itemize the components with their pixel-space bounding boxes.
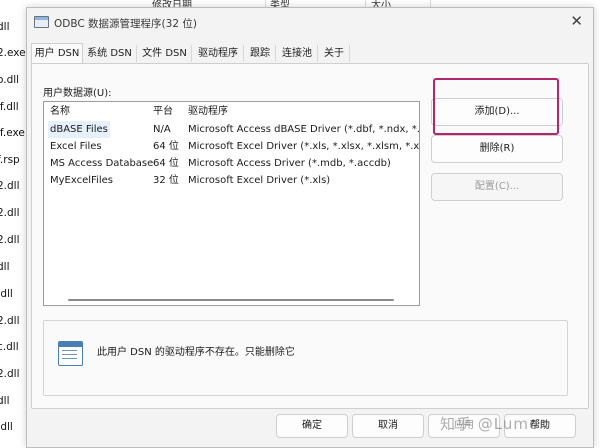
data-source-list[interactable]: 名称 平台 驱动程序 dBASE Files N/A Microsoft Acc… — [43, 101, 420, 306]
dsn-driver: Microsoft Access dBASE Driver (*.dbf, *.… — [188, 124, 420, 135]
dsn-driver: Microsoft Excel Driver (*.xls) — [188, 175, 331, 186]
user-data-sources-label: 用户数据源(U): — [43, 88, 112, 99]
dsn-platform: N/A — [153, 124, 171, 135]
dsn-platform: 64 位 — [153, 141, 179, 152]
title-bar[interactable]: ODBC 数据源管理程序(32 位) ✕ — [27, 8, 593, 38]
remove-button[interactable]: 删除(R) — [431, 135, 563, 163]
file-item[interactable]: 2.dll — [0, 180, 20, 192]
file-item[interactable]: o.dll — [0, 74, 19, 86]
file-item[interactable]: dll — [0, 21, 10, 33]
datasource-icon — [58, 341, 83, 366]
odbc-dialog: ODBC 数据源管理程序(32 位) ✕ 用户 DSN 系统 DSN 文件 DS… — [26, 7, 594, 448]
horizontal-scrollbar[interactable] — [68, 299, 394, 301]
file-item[interactable]: f.rsp — [0, 154, 20, 166]
tab-tracing[interactable]: 跟踪 — [245, 45, 276, 62]
file-item[interactable]: 2.dll — [0, 368, 20, 380]
dsn-platform: 32 位 — [153, 175, 179, 186]
dsn-name: dBASE Files — [48, 121, 110, 138]
column-name[interactable]: 名称 — [50, 103, 70, 120]
add-button-highlight — [433, 78, 559, 135]
file-item[interactable]: dll — [0, 395, 10, 407]
column-driver[interactable]: 驱动程序 — [188, 103, 228, 120]
dsn-driver: Microsoft Access Driver (*.mdb, *.accdb) — [188, 158, 391, 169]
tab-connection-pooling[interactable]: 连接池 — [277, 45, 318, 62]
file-item[interactable]: .dll — [0, 421, 13, 433]
dsn-name: Excel Files — [50, 141, 102, 152]
tab-file-dsn[interactable]: 文件 DSN — [138, 45, 192, 62]
file-item[interactable]: dll — [0, 261, 10, 273]
file-item[interactable]: .dll — [0, 288, 13, 300]
odbc-app-icon — [34, 16, 49, 28]
file-item[interactable]: 2.exe — [0, 47, 26, 59]
tab-drivers[interactable]: 驱动程序 — [193, 45, 244, 62]
cancel-button[interactable]: 取消 — [352, 414, 424, 438]
tab-system-dsn[interactable]: 系统 DSN — [83, 45, 137, 62]
watermark: 知乎 @Lumon — [440, 415, 550, 433]
window-title: ODBC 数据源管理程序(32 位) — [54, 18, 197, 30]
configure-button[interactable]: 配置(C)... — [431, 173, 563, 201]
file-item[interactable]: c.dll — [0, 341, 19, 353]
file-item[interactable]: 2.dll — [0, 207, 20, 219]
ok-button[interactable]: 确定 — [276, 414, 348, 438]
dsn-platform: 64 位 — [153, 158, 179, 169]
tab-user-dsn[interactable]: 用户 DSN — [31, 43, 83, 64]
file-item[interactable]: if.exe — [0, 127, 25, 139]
tab-about[interactable]: 关于 — [319, 45, 350, 62]
file-item[interactable]: 2.dll — [0, 234, 20, 246]
dsn-name: MS Access Database — [50, 158, 154, 169]
file-item[interactable]: 2.dll — [0, 315, 20, 327]
info-message: 此用户 DSN 的驱动程序不存在。只能删除它 — [97, 347, 295, 358]
file-item[interactable]: if.dll — [0, 101, 19, 113]
dsn-driver: Microsoft Excel Driver (*.xls, *.xlsx, *… — [188, 141, 420, 152]
dsn-name: MyExcelFiles — [50, 175, 113, 186]
info-panel: 此用户 DSN 的驱动程序不存在。只能删除它 — [43, 320, 568, 396]
column-platform[interactable]: 平台 — [153, 103, 173, 120]
close-button[interactable]: ✕ — [570, 12, 583, 30]
